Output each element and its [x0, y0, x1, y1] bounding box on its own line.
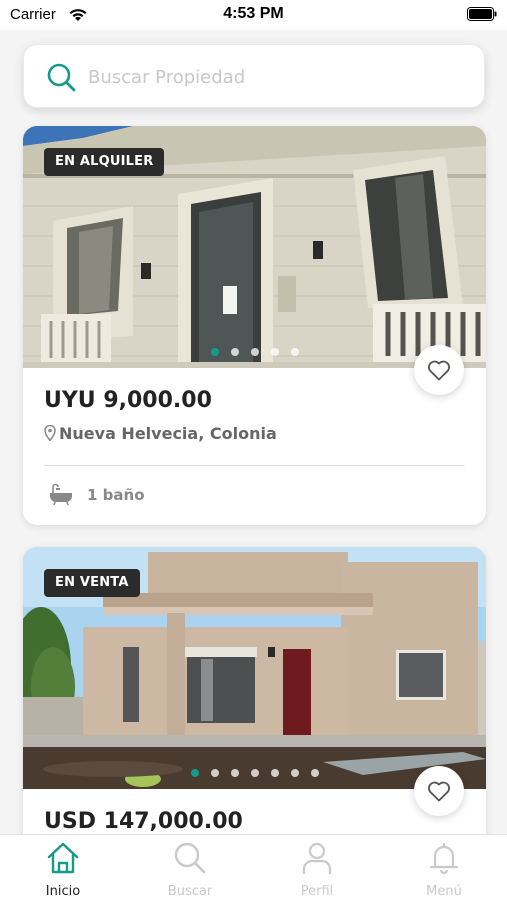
tab-inicio[interactable]: Inicio	[0, 835, 126, 900]
battery-icon	[467, 7, 497, 21]
app-screen: Carrier 4:53 PM Buscar Propiedad EN ALQU…	[0, 0, 507, 900]
card-divider	[44, 465, 465, 466]
search-icon	[174, 842, 206, 874]
property-photo[interactable]: EN ALQUILER	[23, 126, 486, 368]
listing-type-badge: EN VENTA	[44, 569, 140, 597]
status-time: 4:53 PM	[223, 5, 284, 22]
pagination-dot[interactable]	[270, 348, 279, 356]
pagination-dot[interactable]	[250, 348, 259, 356]
listing-type-badge: EN ALQUILER	[44, 148, 165, 176]
tab-label: Perfil	[300, 884, 334, 899]
bathtub-icon	[50, 483, 72, 505]
user-icon	[302, 842, 332, 874]
property-photo[interactable]: EN VENTA	[23, 547, 486, 789]
location-text: Nueva Helvecia, Colonia	[59, 424, 277, 443]
pagination-dot[interactable]	[290, 348, 299, 356]
tab-label: Menú	[426, 884, 462, 899]
heart-icon	[428, 781, 450, 802]
search-bar[interactable]	[23, 44, 485, 108]
favorite-button[interactable]	[414, 766, 464, 816]
pagination-dot[interactable]	[190, 769, 199, 777]
pagination-dot[interactable]	[270, 769, 279, 777]
tab-menu[interactable]: Menú	[381, 835, 507, 900]
pagination-dot[interactable]	[230, 348, 239, 356]
search-input[interactable]	[88, 63, 468, 91]
heart-icon	[428, 360, 450, 381]
listing-location: Nueva Helvecia, Colonia	[44, 424, 277, 443]
favorite-button[interactable]	[414, 345, 464, 395]
bottom-tab-bar: Inicio Buscar Perfil Menú	[0, 834, 507, 900]
pagination-dot[interactable]	[210, 348, 219, 356]
location-pin-icon	[44, 425, 56, 441]
pagination-dot[interactable]	[290, 769, 299, 777]
tab-label: Inicio	[45, 884, 81, 899]
pagination-dot[interactable]	[230, 769, 239, 777]
pagination-dot[interactable]	[250, 769, 259, 777]
listing-price: UYU 9,000.00	[44, 388, 212, 413]
home-icon	[47, 842, 79, 874]
property-card[interactable]: EN ALQUILER UYU 9,000.00 Nueva Helvecia,…	[23, 126, 486, 525]
search-icon	[47, 63, 76, 92]
pagination-dot[interactable]	[310, 769, 319, 777]
listing-price: USD 147,000.00	[44, 809, 243, 834]
bathrooms-text: 1 baño	[87, 486, 145, 504]
property-card[interactable]: EN VENTA USD 147,000.00	[23, 547, 486, 877]
bathrooms-info: 1 baño	[49, 483, 145, 505]
tab-perfil[interactable]: Perfil	[254, 835, 380, 900]
tab-buscar[interactable]: Buscar	[127, 835, 253, 900]
status-bar: Carrier 4:53 PM	[0, 0, 507, 30]
tab-label: Buscar	[167, 884, 213, 899]
pagination-dot[interactable]	[210, 769, 219, 777]
bell-icon	[429, 842, 459, 875]
